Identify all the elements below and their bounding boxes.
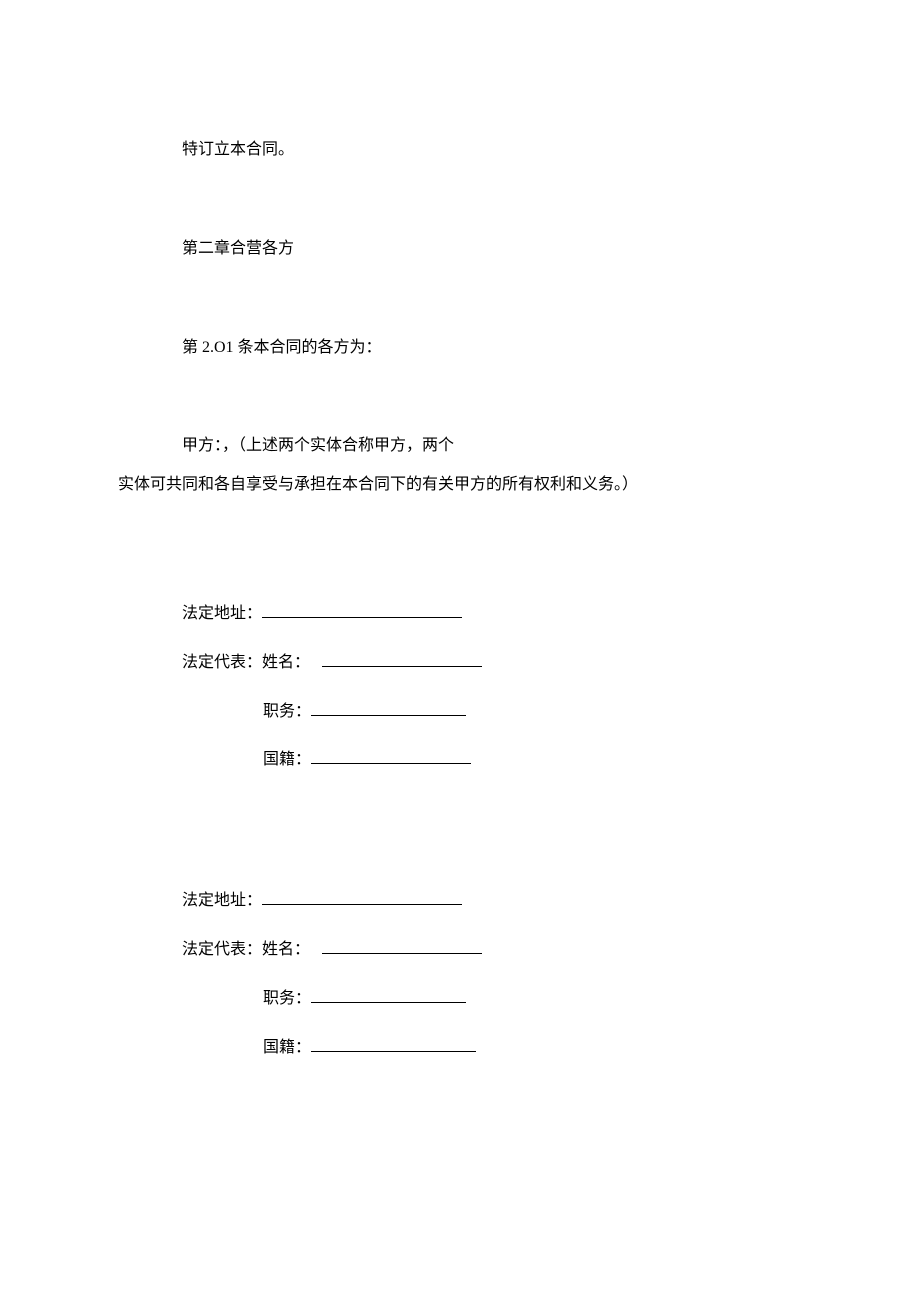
label-nationality: 国籍： [263,1038,311,1059]
field-nationality-1: 国籍： [263,750,802,771]
label-address: 法定地址： [182,604,262,625]
blank-line [322,656,482,667]
blank-line [262,607,462,618]
field-address-2: 法定地址： [182,891,802,912]
spacer [118,912,802,940]
label-address: 法定地址： [182,891,262,912]
label-position: 职务： [263,989,311,1010]
spacer [118,625,802,653]
spacer [118,260,802,338]
paragraph-conclude: 特订立本合同。 [118,140,802,161]
blank-line [262,895,462,906]
label-nationality: 国籍： [263,750,311,771]
field-rep-name-1: 法定代表： 姓名： [182,653,802,674]
label-rep: 法定代表： [182,653,262,674]
spacer [118,457,802,475]
label-position: 职务： [263,702,311,723]
chapter-2-heading: 第二章合营各方 [118,239,802,260]
field-position-1: 职务： [263,702,802,723]
blank-line [311,754,471,765]
spacer [118,961,802,989]
party-a-line1: 甲方：，（上述两个实体合称甲方，两个 [118,436,802,457]
label-rep: 法定代表： [182,940,262,961]
label-name: 姓名： [262,653,322,674]
spacer [118,722,802,750]
spacer [118,1010,802,1038]
spacer [118,496,802,604]
field-position-2: 职务： [263,989,802,1010]
blank-line [311,1041,476,1052]
label-name: 姓名： [262,940,322,961]
clause-2-01: 第 2.O1 条本合同的各方为： [118,338,802,359]
blank-line [311,705,466,716]
party-a-line2: 实体可共同和各自享受与承担在本合同下的有关甲方的所有权利和义务。） [118,475,802,496]
field-address-1: 法定地址： [182,604,802,625]
spacer [118,674,802,702]
spacer [118,358,802,436]
spacer [118,771,802,891]
blank-line [322,943,482,954]
spacer [118,161,802,239]
field-rep-name-2: 法定代表： 姓名： [182,940,802,961]
document-page: 特订立本合同。 第二章合营各方 第 2.O1 条本合同的各方为： 甲方：，（上述… [0,0,920,1301]
blank-line [311,992,466,1003]
field-nationality-2: 国籍： [263,1038,802,1059]
